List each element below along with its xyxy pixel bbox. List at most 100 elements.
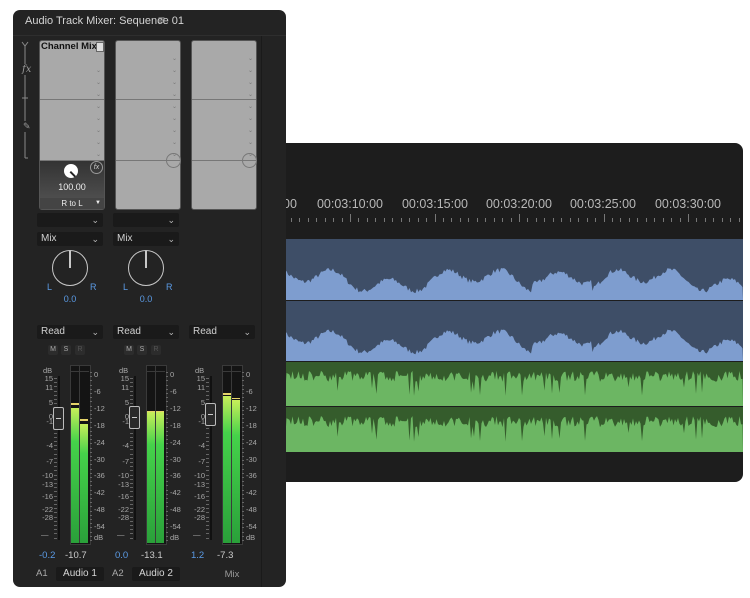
meter-scale-label: -36 bbox=[94, 471, 105, 481]
effect-slot-chevron-icon[interactable]: ⌄ bbox=[96, 115, 101, 122]
ruler-tick bbox=[679, 218, 681, 222]
effects-rack[interactable]: ⌄ ⌄ ⌄ ⌄ ⌄ ⌄ ⌄ ⌄ Channel Mixe fx 100.00 R to L ▼ bbox=[39, 40, 105, 210]
send-select[interactable]: ⌄ bbox=[113, 213, 179, 227]
effect-slot-chevron-icon[interactable]: ⌄ bbox=[96, 79, 101, 86]
effect-slot-chevron-icon[interactable]: ⌄ bbox=[248, 139, 253, 146]
time-ruler[interactable]: 00 00:03:10:00 00:03:15:00 00:03:20:00 00:03… bbox=[262, 143, 743, 233]
effect-slot-chevron-icon[interactable]: ⌄ bbox=[248, 115, 253, 122]
record-button[interactable]: R bbox=[75, 345, 85, 355]
fader-value[interactable]: -0.2 bbox=[39, 550, 55, 561]
fader-track[interactable] bbox=[210, 376, 212, 540]
fader-scale-label: -16 bbox=[194, 492, 205, 501]
effect-slot-chevron-icon[interactable]: ⌄ bbox=[96, 127, 101, 134]
fader-tick bbox=[54, 516, 57, 518]
effect-slot-chevron-icon[interactable]: ⌄ bbox=[248, 67, 253, 74]
pan-knob[interactable] bbox=[52, 250, 88, 286]
meter-scale-label: -24 bbox=[94, 437, 105, 447]
clip-indicator[interactable] bbox=[147, 371, 165, 372]
fader-scale-label: -1 bbox=[122, 417, 129, 426]
effect-slot-chevron-icon[interactable]: ⌄ bbox=[172, 103, 177, 110]
ruler-tick bbox=[392, 218, 394, 222]
clip-indicator[interactable] bbox=[223, 371, 241, 372]
pan-knob[interactable] bbox=[128, 250, 164, 286]
pan-value[interactable]: 0.0 bbox=[113, 294, 179, 304]
mute-button[interactable]: M bbox=[124, 345, 134, 355]
effect-slot-channel-mixer[interactable]: Channel Mixe bbox=[40, 41, 97, 53]
effect-slot-chevron-icon[interactable]: ⌄ bbox=[172, 55, 177, 62]
effect-slot-chevron-icon[interactable]: ⌄ bbox=[172, 115, 177, 122]
send-knob-icon[interactable] bbox=[166, 153, 181, 168]
effect-slot-chevron-icon[interactable]: ⌄ bbox=[172, 139, 177, 146]
fader-value[interactable]: 1.2 bbox=[191, 550, 204, 561]
fader-tick bbox=[54, 457, 57, 459]
mute-button[interactable]: M bbox=[48, 345, 58, 355]
ruler-timecode: 00:03:10:00 bbox=[316, 197, 384, 211]
effects-rack[interactable]: ⌄ ⌄ ⌄ ⌄ ⌄ ⌄ ⌄ ⌄ ⌄ bbox=[191, 40, 257, 210]
ruler-tick bbox=[434, 214, 436, 222]
automation-mode-select[interactable]: Read ⌄ bbox=[37, 325, 103, 339]
effect-slot-chevron-icon[interactable]: ⌄ bbox=[172, 91, 177, 98]
volume-fader-handle[interactable] bbox=[129, 406, 140, 429]
automation-mode-select[interactable]: Read ⌄ bbox=[189, 325, 255, 339]
effect-param-select[interactable]: R to L ▼ bbox=[40, 198, 104, 209]
effects-sends-bracket bbox=[21, 41, 29, 159]
effect-param-panel: fx 100.00 R to L ▼ bbox=[40, 161, 104, 209]
volume-fader-handle[interactable] bbox=[53, 407, 64, 430]
effect-slot-chevron-icon[interactable]: ⌄ bbox=[96, 139, 101, 146]
effects-rack[interactable]: ⌄ ⌄ ⌄ ⌄ ⌄ ⌄ ⌄ ⌄ ⌄ bbox=[115, 40, 181, 210]
effect-slot-chevron-icon[interactable]: ⌄ bbox=[172, 67, 177, 74]
fader-tick bbox=[54, 529, 57, 531]
effect-slot-chevron-icon[interactable]: ⌄ bbox=[96, 103, 101, 110]
effect-slot-chevron-icon[interactable]: ⌄ bbox=[248, 127, 253, 134]
fader-track[interactable] bbox=[134, 376, 136, 540]
output-select[interactable]: Mix ⌄ bbox=[113, 232, 179, 246]
fader-scale-label: -10 bbox=[194, 471, 205, 480]
automation-mode-select[interactable]: Read ⌄ bbox=[113, 325, 179, 339]
effect-slot-chevron-icon[interactable]: ⌄ bbox=[248, 91, 253, 98]
meter-scale-label: -18 bbox=[246, 420, 257, 430]
ruler-tick bbox=[552, 218, 554, 222]
fx-bypass-icon[interactable]: fx bbox=[90, 161, 103, 174]
fader-tick bbox=[130, 470, 133, 472]
peak-value: -7.3 bbox=[217, 550, 234, 561]
effect-slot-chevron-icon[interactable]: ⌄ bbox=[172, 127, 177, 134]
ruler-tick bbox=[409, 218, 411, 222]
send-knob-icon[interactable] bbox=[242, 153, 257, 168]
effect-param-knob[interactable] bbox=[64, 164, 78, 178]
effect-slot-chevron-icon[interactable]: ⌄ bbox=[96, 91, 101, 98]
send-select[interactable]: ⌄ bbox=[37, 213, 103, 227]
track-name[interactable]: Audio 1 bbox=[56, 567, 104, 581]
effect-slot-menu-icon[interactable] bbox=[96, 42, 104, 52]
fader-value[interactable]: 0.0 bbox=[115, 550, 128, 561]
ruler-tick bbox=[535, 218, 537, 222]
output-select[interactable]: Mix ⌄ bbox=[37, 232, 103, 246]
ruler-tick bbox=[333, 218, 335, 222]
effect-slot-chevron-icon[interactable]: ⌄ bbox=[96, 67, 101, 74]
panel-menu-icon[interactable]: ≡ bbox=[158, 13, 165, 27]
clip-indicator[interactable] bbox=[71, 371, 89, 372]
record-button[interactable]: R bbox=[151, 345, 161, 355]
solo-button[interactable]: S bbox=[137, 345, 147, 355]
effect-slot-chevron-icon[interactable]: ⌄ bbox=[248, 103, 253, 110]
ruler-tick bbox=[595, 218, 597, 222]
effect-slot-chevron-icon[interactable]: ⌄ bbox=[248, 55, 253, 62]
fader-tick bbox=[54, 474, 57, 476]
effect-slot-chevron-icon[interactable]: ⌄ bbox=[248, 79, 253, 86]
fader-tick bbox=[130, 474, 133, 476]
ruler-tick bbox=[350, 214, 351, 222]
volume-fader-handle[interactable] bbox=[205, 402, 216, 426]
effect-param-value[interactable]: 100.00 bbox=[40, 182, 104, 192]
fader-track[interactable] bbox=[58, 376, 60, 540]
fader-tick bbox=[206, 449, 209, 451]
chevron-down-icon: ⌄ bbox=[167, 327, 175, 337]
effect-slot-chevron-icon[interactable]: ⌄ bbox=[172, 79, 177, 86]
effect-slot-chevron-icon[interactable]: ⌄ bbox=[96, 151, 101, 158]
solo-button[interactable]: S bbox=[61, 345, 71, 355]
automation-mode-label: Read bbox=[117, 326, 141, 337]
pan-value[interactable]: 0.0 bbox=[37, 294, 103, 304]
track-id: A2 bbox=[112, 568, 124, 579]
track-name[interactable]: Audio 2 bbox=[132, 567, 180, 581]
peak-hold-marker bbox=[156, 410, 164, 413]
fader-tick bbox=[130, 537, 133, 539]
fader-scale-label: -4 bbox=[198, 441, 205, 450]
